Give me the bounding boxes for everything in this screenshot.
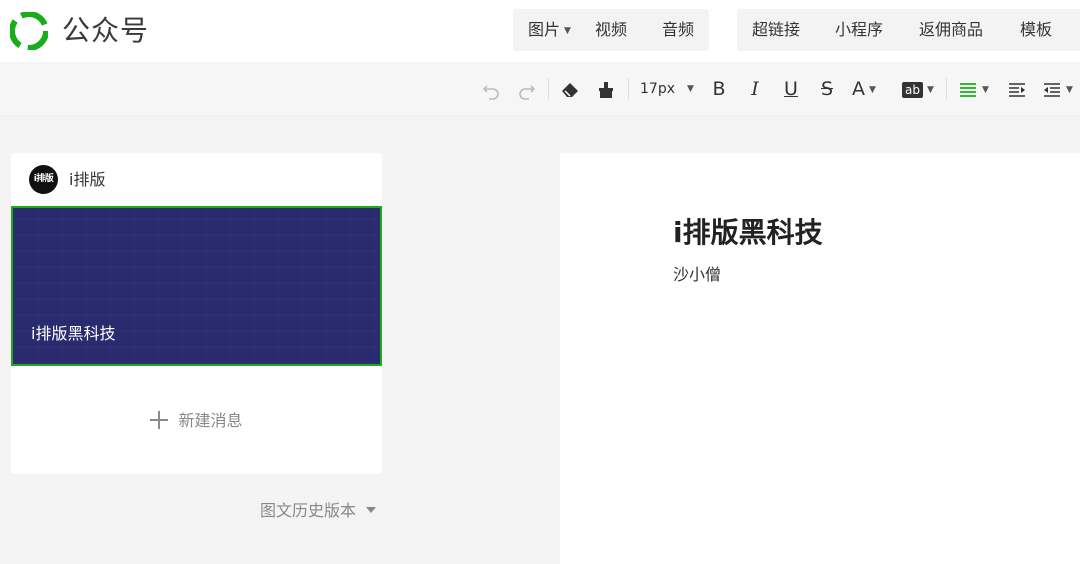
indent-button[interactable] bbox=[1006, 62, 1028, 116]
bold-button[interactable]: B bbox=[708, 62, 730, 116]
account-name: i排版 bbox=[69, 170, 106, 189]
font-size-select[interactable]: 17px ▼ bbox=[640, 62, 698, 116]
font-color-icon: A bbox=[852, 78, 865, 100]
article-list-panel: i排版 i排版 i排版黑科技 新建消息 bbox=[11, 153, 382, 474]
image-menu-label: 图片 bbox=[528, 20, 561, 39]
clear-format-button[interactable] bbox=[558, 62, 582, 116]
top-header: 公众号 图片 ▼ 视频 音频 超链接 小程序 返佣商品 模板 bbox=[0, 0, 1080, 62]
redo-icon bbox=[519, 84, 536, 100]
caret-down-icon: ▼ bbox=[982, 84, 989, 95]
caret-down-icon: ▼ bbox=[687, 84, 694, 94]
history-versions-label: 图文历史版本 bbox=[260, 501, 357, 520]
indent-icon bbox=[1009, 82, 1025, 97]
media-insert-group: 图片 ▼ 视频 音频 bbox=[513, 9, 709, 51]
toolbar-divider bbox=[628, 78, 629, 100]
undo-button[interactable] bbox=[480, 62, 502, 116]
align-button[interactable]: ▼ bbox=[958, 62, 994, 116]
hyperlink-button[interactable]: 超链接 bbox=[752, 9, 800, 51]
image-menu-button[interactable]: 图片 ▼ bbox=[528, 9, 571, 51]
brand-title: 公众号 bbox=[62, 14, 150, 47]
article-title-input[interactable]: i排版黑科技 bbox=[673, 213, 823, 253]
caret-down-icon: ▼ bbox=[926, 84, 934, 95]
caret-down-icon bbox=[366, 507, 377, 513]
article-card-selected[interactable]: i排版黑科技 bbox=[11, 206, 382, 366]
toolbar-divider bbox=[548, 78, 549, 100]
mini-program-button[interactable]: 小程序 bbox=[835, 9, 883, 51]
highlight-button[interactable]: ab ▼ bbox=[902, 62, 938, 116]
strikethrough-button[interactable]: S bbox=[816, 62, 838, 116]
new-message-button[interactable]: 新建消息 bbox=[11, 401, 382, 441]
italic-button[interactable]: I bbox=[744, 62, 766, 116]
insert-group: 超链接 小程序 返佣商品 模板 bbox=[737, 9, 1080, 51]
align-justify-icon bbox=[960, 82, 976, 97]
account-avatar: i排版 bbox=[29, 165, 58, 194]
caret-down-icon: ▼ bbox=[869, 84, 876, 95]
audio-button[interactable]: 音频 bbox=[662, 9, 694, 51]
editor-area[interactable]: i排版黑科技 沙小僧 bbox=[560, 153, 1080, 564]
font-size-value: 17px bbox=[640, 81, 675, 97]
format-painter-icon bbox=[599, 81, 613, 98]
template-button[interactable]: 模板 bbox=[1020, 9, 1052, 51]
undo-icon bbox=[482, 84, 499, 100]
history-versions-dropdown[interactable]: 图文历史版本 bbox=[260, 498, 377, 524]
line-spacing-button[interactable]: ▼ bbox=[1042, 62, 1078, 116]
eraser-icon bbox=[562, 82, 578, 97]
highlight-icon: ab bbox=[902, 81, 923, 98]
commission-goods-button[interactable]: 返佣商品 bbox=[919, 9, 983, 51]
new-message-label: 新建消息 bbox=[178, 411, 243, 430]
redo-button[interactable] bbox=[516, 62, 538, 116]
caret-down-icon: ▼ bbox=[564, 25, 571, 36]
caret-down-icon: ▼ bbox=[1066, 84, 1073, 95]
plus-icon bbox=[150, 411, 169, 429]
toolbar-divider bbox=[946, 78, 947, 100]
underline-button[interactable]: U bbox=[780, 62, 802, 116]
format-toolbar: 17px ▼ B I U S A ▼ ab ▼ ▼ ▼ bbox=[0, 62, 1080, 116]
article-card-title: i排版黑科技 bbox=[31, 324, 116, 343]
font-color-button[interactable]: A ▼ bbox=[852, 62, 888, 116]
line-spacing-icon bbox=[1044, 82, 1060, 97]
format-painter-button[interactable] bbox=[594, 62, 618, 116]
video-button[interactable]: 视频 bbox=[595, 9, 627, 51]
wechat-official-logo-icon bbox=[10, 12, 48, 50]
article-author-input[interactable]: 沙小僧 bbox=[673, 263, 721, 287]
